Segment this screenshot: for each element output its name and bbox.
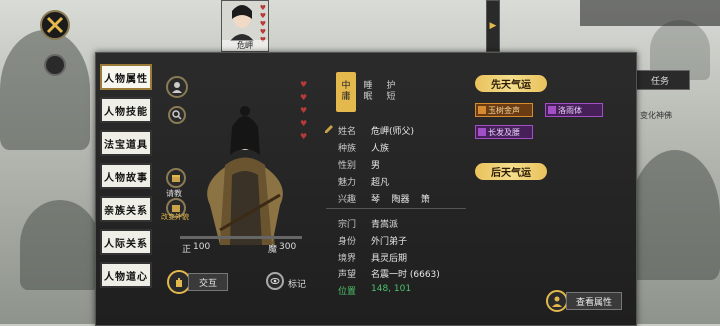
task-header[interactable]: 任务 [630, 70, 690, 90]
avatar-name: 危岬 [222, 40, 268, 51]
sect-row-sect: 宗门 青嵩派 [338, 220, 399, 230]
crossed-swords-icon [46, 16, 64, 34]
mo-value: 300 [279, 242, 297, 252]
innate-fortune-header: 先天气运 [475, 75, 547, 92]
trait-luoyu-ti[interactable]: 洛雨体 [545, 103, 603, 117]
gift-icon [172, 175, 180, 182]
mark-label[interactable]: 标记 [288, 277, 306, 290]
tab-social-relations[interactable]: 人际关系 [100, 229, 152, 255]
avatar-scroll-arrow[interactable]: ▶ [486, 0, 500, 52]
trait-icon [548, 106, 556, 114]
gift-button[interactable] [166, 168, 186, 188]
tab-character-attributes[interactable]: 人物属性 [100, 64, 152, 90]
trait-icon [478, 128, 486, 136]
zheng-value: 100 [193, 242, 211, 252]
section-divider [326, 208, 466, 209]
trait-yushu-jinsheng[interactable]: 玉树金声 [475, 103, 533, 117]
vtab-char: 睡 [363, 81, 373, 91]
info-row-race: 种族 人族 [338, 144, 390, 154]
view-attributes-icon[interactable] [546, 290, 568, 312]
trait-changfa-jiyao[interactable]: 长发及腰 [475, 125, 533, 139]
sect-row-location: 位置 148, 101 [338, 284, 412, 297]
right-hud-panel [580, 0, 720, 26]
tab-character-skills[interactable]: 人物技能 [100, 97, 152, 123]
sect-row-realm: 境界 具灵后期 [338, 254, 408, 264]
vtab-char: 短 [386, 92, 396, 102]
hand-icon [176, 278, 182, 287]
alignment-bar [180, 236, 302, 239]
zoom-button[interactable] [168, 106, 186, 124]
interact-button[interactable]: 交互 [188, 273, 228, 291]
right-mini-text: 变化神佛 [640, 111, 672, 120]
mark-icon-button[interactable] [266, 272, 284, 290]
sect-row-prestige: 声望 名震一时 (6663) [338, 270, 440, 280]
info-row-name: 姓名 危岬(师父) [338, 127, 415, 137]
person-icon [552, 296, 562, 307]
tab-treasures-items[interactable]: 法宝道具 [100, 130, 152, 156]
acquired-fortune-header: 后天气运 [475, 163, 547, 180]
trait-icon [478, 106, 486, 114]
sect-row-identity: 身份 外门弟子 [338, 237, 408, 247]
magnifier-icon [172, 110, 182, 120]
vtab-char: 护 [386, 81, 396, 91]
eye-icon [270, 278, 280, 284]
vtab-char: 眠 [363, 92, 373, 102]
face-toggle-button[interactable] [166, 76, 188, 98]
edit-name-icon[interactable] [324, 124, 334, 134]
side-round-button[interactable] [44, 54, 66, 76]
vtab-char: 庸 [341, 92, 351, 102]
zheng-label: 正 [182, 245, 192, 255]
vtab-char: 中 [341, 81, 351, 91]
tab-family-relations[interactable]: 亲族关系 [100, 196, 152, 222]
appearance-label: 改变外貌 [161, 213, 189, 221]
person-icon [172, 82, 182, 93]
close-button[interactable] [40, 10, 70, 40]
view-attributes-button[interactable]: 查看属性 [566, 292, 622, 310]
tab-protect[interactable]: 护短 [381, 72, 401, 112]
info-row-interest: 兴趣琴 陶器 箫 [338, 195, 430, 205]
tab-zhongyong[interactable]: 中庸 [336, 72, 356, 112]
top-avatar-card[interactable]: ♥♥♥♥♥ 危岬 [221, 0, 269, 52]
info-row-charm: 魅力 超凡 [338, 178, 390, 188]
mo-label: 魔 [268, 245, 278, 255]
tab-dao-heart[interactable]: 人物道心 [100, 262, 152, 288]
tab-character-story[interactable]: 人物故事 [100, 163, 152, 189]
info-row-gender: 性别男 [338, 161, 381, 171]
avatar-hearts: ♥♥♥♥♥ [259, 4, 266, 44]
tab-sleep[interactable]: 睡眠 [358, 72, 378, 112]
character-portrait [207, 106, 283, 245]
